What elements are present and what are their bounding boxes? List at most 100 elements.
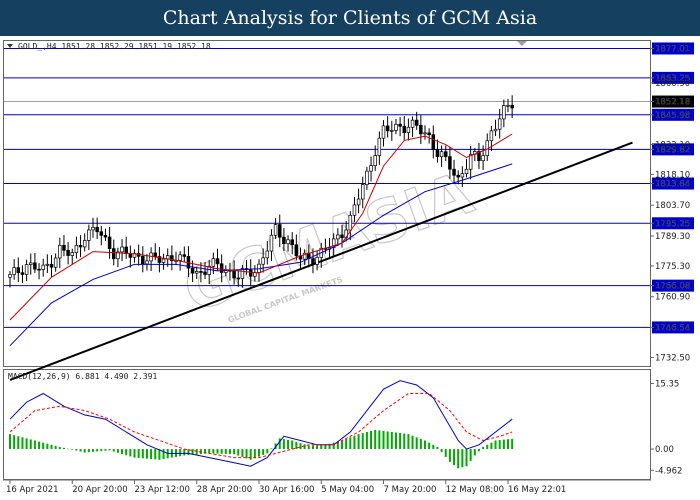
macd-histogram-bar: [216, 449, 219, 454]
macd-histogram-bar: [390, 431, 393, 450]
macd-histogram-bar: [411, 435, 414, 450]
price-info-label: GOLD_,H4 1851.28 1852.29 1851.19 1852.18: [18, 42, 211, 51]
price-tick-label: 1877.01: [655, 44, 690, 54]
candle-body: [62, 244, 66, 251]
candle-body: [128, 253, 133, 258]
candle-body: [211, 258, 216, 267]
candle-body: [315, 257, 319, 265]
time-axis: 16 Apr 2021 20 Apr 20:00 23 Apr 12:00 28 Ap…: [6, 480, 566, 495]
candle-body: [394, 123, 398, 131]
macd-histogram-bar: [241, 449, 244, 457]
macd-histogram-bar: [112, 449, 115, 452]
candle-body: [356, 198, 361, 206]
candle-body: [120, 246, 124, 253]
candle-body: [203, 271, 207, 275]
macd-histogram-bar: [42, 442, 45, 450]
macd-histogram-bar: [357, 434, 360, 450]
macd-histogram-bar: [457, 449, 460, 469]
macd-histogram-bar: [353, 435, 356, 450]
macd-histogram-bar: [303, 444, 306, 450]
candle-body: [261, 257, 265, 265]
candle-body: [278, 224, 282, 238]
macd-histogram-bar: [349, 437, 352, 450]
candle-body: [195, 271, 199, 274]
macd-histogram-bar: [407, 434, 410, 450]
macd-histogram-bar: [307, 445, 310, 450]
candle-body: [352, 204, 357, 216]
macd-histogram-bar: [150, 449, 153, 460]
macd-histogram-bar: [287, 439, 290, 450]
macd-histogram-bar: [477, 449, 480, 452]
macd-histogram-bar: [311, 445, 314, 450]
macd-histogram-bar: [62, 447, 65, 450]
candle-body: [464, 168, 469, 174]
macd-tick-label: 15.35: [655, 379, 679, 389]
macd-histogram-bar: [465, 449, 468, 467]
macd-histogram-bar: [125, 449, 128, 456]
macd-histogram-bar: [253, 449, 256, 459]
macd-histogram-bar: [341, 440, 343, 450]
macd-histogram-bar: [71, 449, 74, 450]
macd-histogram-bar: [50, 444, 53, 450]
macd-histogram-bar: [104, 449, 107, 451]
macd-histogram-bar: [25, 438, 28, 450]
macd-histogram-bar: [183, 449, 186, 456]
macd-histogram-bar: [154, 449, 157, 460]
macd-histogram-bar: [461, 449, 464, 468]
macd-histogram-bar: [245, 449, 248, 459]
macd-histogram-bar: [415, 437, 418, 450]
macd-histogram-bar: [92, 449, 94, 452]
macd-histogram-bar: [394, 432, 397, 450]
chart-banner-title: Chart Analysis for Clients of GCM Asia: [0, 0, 700, 36]
macd-histogram-bar: [233, 449, 236, 455]
candle-body: [20, 272, 25, 275]
candle-body: [414, 119, 419, 126]
macd-histogram-bar: [498, 440, 501, 450]
macd-histogram-bar: [403, 433, 406, 450]
macd-histogram-bar: [179, 449, 182, 457]
macd-histogram-bar: [237, 449, 240, 456]
macd-pane: [3, 369, 651, 480]
candle-body: [178, 254, 182, 261]
macd-histogram-bar: [46, 443, 49, 450]
macd-histogram-bar: [291, 440, 294, 450]
macd-histogram-bar: [490, 442, 493, 450]
price-tick-label: 1760.90: [655, 293, 690, 303]
macd-histogram-bar: [374, 429, 377, 450]
candle-body: [365, 170, 369, 186]
time-tick-label: 7 May 20:00: [384, 485, 437, 495]
macd-histogram-bar: [33, 440, 36, 450]
macd-tick-label: -4.962: [655, 466, 682, 476]
candle-body: [497, 118, 502, 130]
candle-body: [66, 249, 70, 256]
price-tick-label: 1775.30: [655, 262, 690, 272]
candle-body: [456, 174, 460, 178]
macd-histogram-bar: [382, 430, 385, 450]
candle-body: [502, 105, 506, 120]
macd-histogram-bar: [9, 434, 11, 450]
macd-histogram-bar: [75, 449, 78, 451]
macd-histogram-bar: [436, 446, 439, 450]
macd-histogram-bar: [282, 439, 285, 450]
macd-histogram-bar: [482, 446, 485, 450]
candle-body: [294, 244, 299, 257]
candle-body: [489, 130, 494, 142]
candle-body: [24, 264, 29, 275]
macd-histogram-bar: [133, 449, 136, 458]
candle-body: [99, 231, 104, 236]
price-tick-label: 1746.54: [655, 323, 690, 333]
candle-body: [58, 244, 62, 259]
macd-histogram-bar: [365, 431, 368, 450]
macd-histogram-bar: [386, 431, 389, 450]
candle-body: [29, 262, 33, 265]
candle-body: [161, 258, 166, 263]
candle-body: [406, 126, 411, 134]
candle-body: [190, 267, 195, 274]
candle-body: [381, 125, 386, 139]
macd-histogram-bar: [83, 449, 86, 453]
candle-body: [265, 250, 270, 259]
macd-tick-label: 0.00: [655, 445, 674, 455]
chart-area: GCMASIA GLOBAL CAPITAL MARKETS 1877.0118…: [3, 40, 694, 495]
macd-histogram-bar: [469, 449, 472, 461]
candle-body: [248, 269, 253, 277]
